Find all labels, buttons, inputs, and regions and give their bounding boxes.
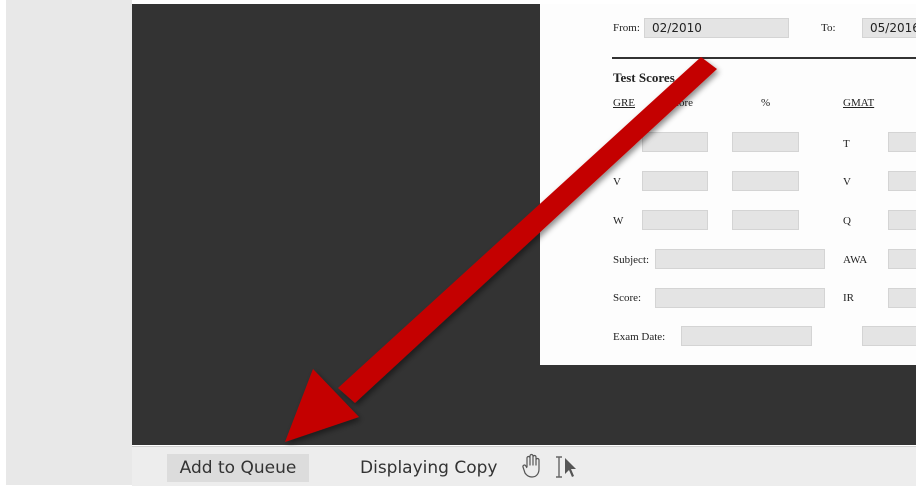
add-to-queue-button[interactable]: Add to Queue bbox=[167, 454, 309, 482]
text-select-cursor-icon[interactable] bbox=[552, 455, 580, 483]
hand-icon[interactable] bbox=[520, 453, 544, 481]
displaying-copy-label: Displaying Copy bbox=[360, 458, 498, 478]
red-arrow-icon bbox=[285, 57, 717, 442]
arrow-shaft bbox=[338, 57, 717, 403]
bottom-toolbar: Add to Queue Displaying Copy bbox=[132, 446, 916, 486]
